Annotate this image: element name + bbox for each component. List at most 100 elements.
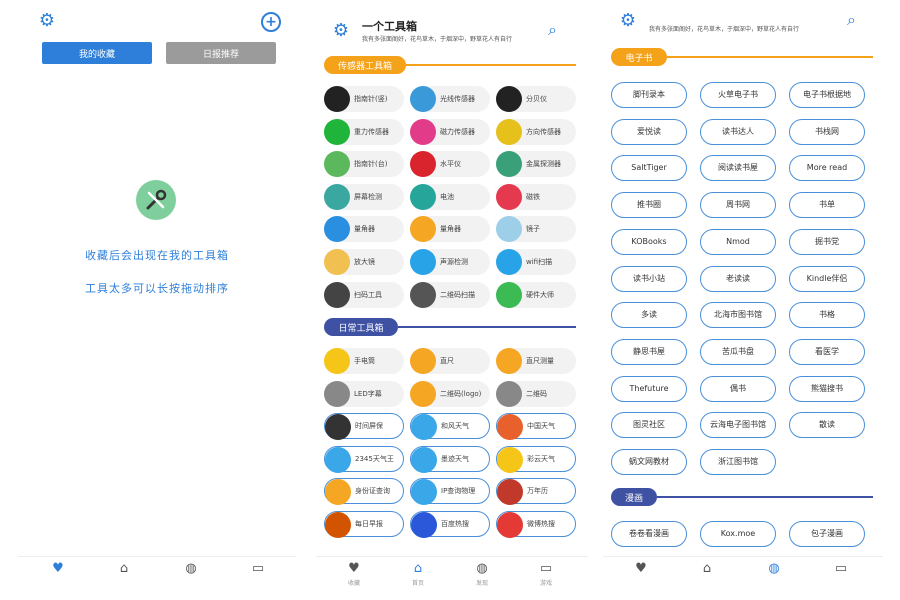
site-pill[interactable]: 包子漫画 bbox=[789, 521, 865, 547]
site-pill[interactable]: 浙江图书馆 bbox=[700, 449, 776, 475]
site-pill[interactable]: 北海市图书馆 bbox=[700, 302, 776, 329]
tool-item[interactable]: IP查询物理 bbox=[410, 478, 490, 506]
tool-item[interactable]: 二维码 bbox=[496, 380, 576, 407]
nav-home[interactable]: ⌂ bbox=[689, 561, 725, 591]
tool-item[interactable]: 墨迹天气 bbox=[410, 445, 490, 473]
gear-icon[interactable]: ⚙ bbox=[332, 22, 350, 40]
tool-item[interactable]: 重力传感器 bbox=[324, 118, 404, 145]
tool-label: 磁铁 bbox=[526, 192, 540, 201]
tool-item[interactable]: 中国天气 bbox=[496, 413, 576, 441]
site-pill[interactable]: 掘书党 bbox=[789, 228, 865, 255]
tool-item[interactable]: 硬件大师 bbox=[496, 281, 576, 308]
tool-item[interactable]: 二维码(logo) bbox=[410, 380, 490, 407]
gear-icon[interactable]: ⚙ bbox=[38, 12, 56, 30]
site-pill[interactable]: Kox.moe bbox=[700, 521, 776, 547]
tool-item[interactable]: 分贝仪 bbox=[496, 86, 576, 112]
site-pill[interactable]: 偶书 bbox=[700, 375, 776, 402]
tool-item[interactable]: 时间屏保 bbox=[324, 413, 404, 441]
tool-item[interactable]: 量角器 bbox=[410, 216, 490, 243]
tool-item[interactable]: 每日早报 bbox=[324, 511, 404, 538]
tool-icon bbox=[411, 446, 437, 473]
site-pill[interactable]: 推书圈 bbox=[611, 192, 687, 219]
nav-explore[interactable]: ◍ 发现 bbox=[464, 561, 500, 591]
site-pill[interactable]: 老读读 bbox=[700, 265, 776, 292]
tool-item[interactable]: 放大镜 bbox=[324, 249, 404, 275]
nav-home[interactable]: ⌂ 首页 bbox=[400, 561, 436, 591]
empty-hint-line1: 收藏后会出现在我的工具箱 bbox=[85, 249, 229, 262]
site-pill[interactable]: 阅读读书屋 bbox=[700, 155, 776, 182]
tool-item[interactable]: 直尺测量 bbox=[496, 348, 576, 374]
site-pill[interactable]: 火草电子书 bbox=[700, 82, 776, 108]
site-pill[interactable]: 书单 bbox=[789, 192, 865, 219]
tool-item[interactable]: 指南针(竖) bbox=[324, 86, 404, 112]
site-pill[interactable]: Kindle伴侣 bbox=[789, 265, 865, 292]
tab-my-favorites[interactable]: 我的收藏 bbox=[42, 42, 152, 64]
tool-item[interactable]: 磁力传感器 bbox=[410, 118, 490, 145]
site-pill[interactable]: 书格 bbox=[789, 302, 865, 329]
nav-explore[interactable]: ◍ bbox=[756, 561, 792, 591]
tool-item[interactable]: 彩云天气 bbox=[496, 445, 576, 473]
site-pill[interactable]: 爱悦读 bbox=[611, 118, 687, 145]
nav-games[interactable]: ▭ bbox=[823, 561, 859, 591]
tool-item[interactable]: 水平仪 bbox=[410, 151, 490, 178]
tool-item[interactable]: 屏幕检测 bbox=[324, 183, 404, 210]
site-pill[interactable]: 卷卷看漫画 bbox=[611, 521, 687, 547]
tool-item[interactable]: 和风天气 bbox=[410, 413, 490, 441]
site-pill[interactable]: 图灵社区 bbox=[611, 412, 687, 439]
site-pill[interactable]: 静思书屋 bbox=[611, 338, 687, 365]
site-pill[interactable]: 书栈网 bbox=[789, 118, 865, 145]
site-pill[interactable]: 蜗文网教材 bbox=[611, 449, 687, 475]
tool-item[interactable]: 指南针(台) bbox=[324, 151, 404, 178]
site-pill[interactable]: 散读 bbox=[789, 412, 865, 439]
search-icon[interactable]: ⌕ bbox=[548, 20, 557, 40]
tool-item[interactable]: 声源检测 bbox=[410, 249, 490, 275]
site-pill[interactable]: 脚刊录本 bbox=[611, 82, 687, 108]
site-pill[interactable]: 周书网 bbox=[700, 192, 776, 219]
site-pill[interactable]: 云海电子图书馆 bbox=[700, 412, 776, 439]
nav-games[interactable]: ▭ 游戏 bbox=[528, 561, 564, 591]
tool-item[interactable]: 手电筒 bbox=[324, 348, 404, 374]
tool-item[interactable]: wifi扫描 bbox=[496, 249, 576, 275]
tool-item[interactable]: 光线传感器 bbox=[410, 86, 490, 112]
tool-item[interactable]: 微博热搜 bbox=[496, 511, 576, 538]
tool-item[interactable]: 磁铁 bbox=[496, 183, 576, 210]
site-pill[interactable]: Thefuture bbox=[611, 375, 687, 402]
tool-item[interactable]: 电池 bbox=[410, 183, 490, 210]
search-icon[interactable]: ⌕ bbox=[847, 10, 856, 30]
nav-favorites[interactable]: ♥ bbox=[40, 561, 76, 591]
site-pill[interactable]: SaltTiger bbox=[611, 155, 687, 182]
site-pill[interactable]: 苦瓜书盘 bbox=[700, 338, 776, 365]
nav-games[interactable]: ▭ bbox=[240, 561, 276, 591]
tool-item[interactable]: LED字幕 bbox=[324, 380, 404, 407]
tool-item[interactable]: 百度热搜 bbox=[410, 511, 490, 538]
tool-item[interactable]: 扫码工具 bbox=[324, 281, 404, 308]
tool-icon bbox=[410, 348, 436, 374]
tool-item[interactable]: 方向传感器 bbox=[496, 118, 576, 145]
site-pill[interactable]: More read bbox=[789, 155, 865, 182]
tool-item[interactable]: 二维码扫描 bbox=[410, 281, 490, 308]
site-pill[interactable]: 电子书根据地 bbox=[789, 82, 865, 108]
site-pill[interactable]: 读书小站 bbox=[611, 265, 687, 292]
tab-daily-recommend[interactable]: 日报推荐 bbox=[166, 42, 276, 64]
tool-item[interactable]: 2345天气王 bbox=[324, 445, 404, 473]
site-pill[interactable]: 多读 bbox=[611, 302, 687, 329]
site-pill[interactable]: 读书达人 bbox=[700, 118, 776, 145]
site-pill[interactable]: Nmod bbox=[700, 228, 776, 255]
tool-item[interactable]: 镜子 bbox=[496, 216, 576, 243]
nav-explore[interactable]: ◍ bbox=[173, 561, 209, 591]
tool-label: IP查询物理 bbox=[441, 487, 476, 496]
tool-item[interactable]: 金属探测器 bbox=[496, 151, 576, 178]
add-circle-icon[interactable]: + bbox=[261, 12, 281, 32]
section-sensor: 传感器工具箱 bbox=[324, 56, 406, 74]
site-pill[interactable]: 熊猫搜书 bbox=[789, 375, 865, 402]
nav-favorites[interactable]: ♥ 收藏 bbox=[336, 561, 372, 591]
tool-item[interactable]: 身份证查询 bbox=[324, 478, 404, 506]
tool-item[interactable]: 万年历 bbox=[496, 478, 576, 506]
nav-home[interactable]: ⌂ bbox=[106, 561, 142, 591]
site-pill[interactable]: KOBooks bbox=[611, 228, 687, 255]
gear-icon[interactable]: ⚙ bbox=[619, 12, 637, 30]
site-pill[interactable]: 看医学 bbox=[789, 338, 865, 365]
tool-item[interactable]: 量角器 bbox=[324, 216, 404, 243]
tool-item[interactable]: 直尺 bbox=[410, 348, 490, 374]
nav-favorites[interactable]: ♥ bbox=[623, 561, 659, 591]
